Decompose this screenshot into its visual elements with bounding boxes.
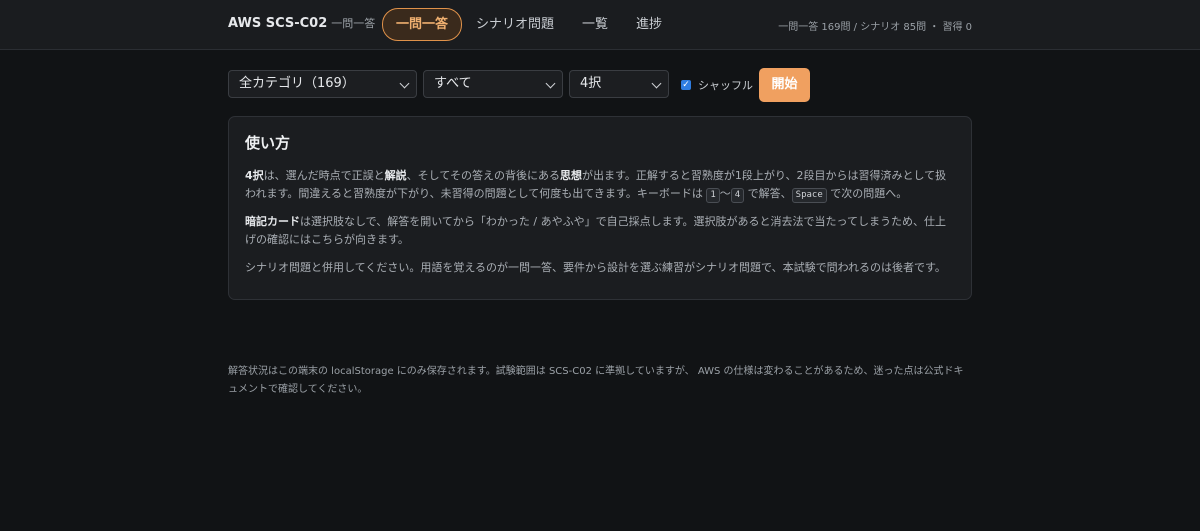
controls-bar: 全カテゴリ（169） すべて 4択 ✓ シャッフル 開始 bbox=[228, 68, 828, 104]
howto-text: で次の問題へ。 bbox=[826, 187, 908, 200]
howto-card: 使い方 4択は、選んだ時点で正誤と解説、そしてその答えの背後にある思想が出ます。… bbox=[228, 116, 972, 300]
shuffle-checkbox[interactable]: ✓ bbox=[681, 80, 691, 90]
term-flashcards: 暗記カード bbox=[245, 215, 300, 228]
category-select-value: 全カテゴリ（169） bbox=[239, 76, 355, 91]
main-nav: 一問一答 シナリオ問題 一覧 進捗 bbox=[382, 8, 676, 41]
howto-text: は、選んだ時点で正誤と bbox=[263, 169, 385, 182]
chevron-down-icon bbox=[651, 78, 662, 89]
howto-text: で解答、 bbox=[744, 187, 792, 200]
howto-paragraph-scenario: シナリオ問題と併用してください。用語を覚えるのが一問一答、要件から設計を選ぶ練習… bbox=[245, 261, 946, 274]
footer-note: 解答状況はこの端末の localStorage にのみ保存されます。試験範囲は … bbox=[228, 366, 964, 395]
stats-summary: 一問一答 169問 / シナリオ 85問 ・ 習得 0 bbox=[778, 22, 972, 33]
howto-text: は選択肢なしで、解答を開いてから「わかった / あやふや」で自己採点します。選択… bbox=[245, 215, 946, 246]
howto-text: 〜 bbox=[719, 187, 731, 200]
key-space: Space bbox=[791, 188, 827, 203]
howto-paragraph-cards: 暗記カードは選択肢なしで、解答を開いてから「わかった / あやふや」で自己採点し… bbox=[245, 213, 955, 249]
key-1: 1 bbox=[706, 188, 720, 203]
shuffle-label[interactable]: シャッフル bbox=[698, 77, 753, 93]
tab-list[interactable]: 一覧 bbox=[568, 8, 622, 41]
tab-flashcard[interactable]: 一問一答 bbox=[382, 8, 463, 41]
chevron-down-icon bbox=[399, 78, 410, 89]
mode-select-value: 4択 bbox=[580, 76, 602, 91]
howto-title: 使い方 bbox=[245, 134, 291, 152]
term-4choice: 4択 bbox=[245, 169, 264, 182]
filter-select[interactable]: すべて bbox=[423, 70, 563, 98]
tab-scenario[interactable]: シナリオ問題 bbox=[462, 8, 568, 41]
howto-text: 、そしてその答えの背後にある bbox=[406, 169, 560, 182]
start-button[interactable]: 開始 bbox=[759, 68, 810, 102]
filter-select-value: すべて bbox=[434, 76, 472, 91]
howto-paragraph-quiz: 4択は、選んだ時点で正誤と解説、そしてその答えの背後にある思想が出ます。正解する… bbox=[245, 167, 955, 203]
key-4: 4 bbox=[730, 188, 745, 203]
term-explanation: 解説 bbox=[384, 169, 407, 182]
top-bar: AWS SCS-C02 一問一答 一問一答 シナリオ問題 一覧 進捗 一問一答 1… bbox=[0, 0, 1200, 50]
app-title: AWS SCS-C02 一問一答 bbox=[228, 15, 375, 31]
tab-progress[interactable]: 進捗 bbox=[622, 8, 676, 41]
mode-select[interactable]: 4択 bbox=[569, 70, 669, 98]
app-subtitle: 一問一答 bbox=[331, 17, 376, 30]
category-select[interactable]: 全カテゴリ（169） bbox=[228, 70, 417, 98]
term-philosophy: 思想 bbox=[560, 169, 582, 182]
app-name: AWS SCS-C02 bbox=[228, 16, 328, 31]
chevron-down-icon bbox=[545, 78, 556, 89]
